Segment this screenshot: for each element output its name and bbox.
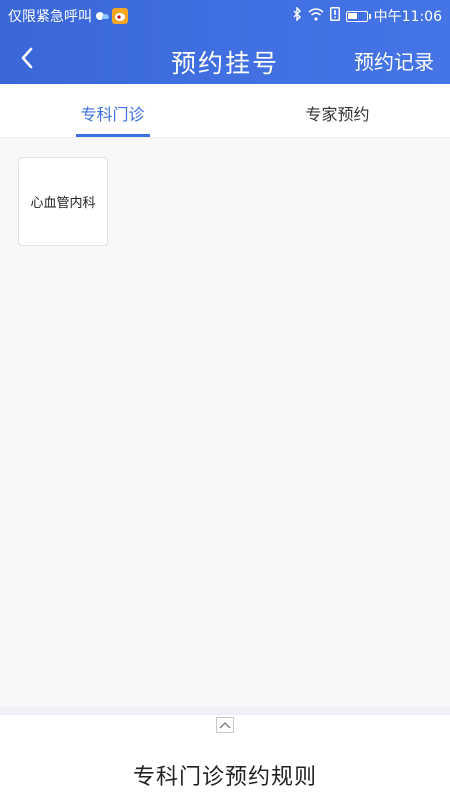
appointment-records-link[interactable]: 预约记录 — [354, 46, 434, 75]
status-bar-left: 仅限紧急呼叫 — [8, 6, 128, 26]
status-time: 中午11:06 — [373, 9, 442, 25]
battery-icon — [345, 10, 371, 22]
department-card-cardiology[interactable]: 心血管内科 — [18, 157, 108, 246]
app-header: 仅限紧急呼叫 中午11:06 预约挂号 预约记录 — [0, 0, 450, 84]
status-bar: 仅限紧急呼叫 中午11:06 — [0, 0, 450, 32]
chevron-up-icon — [219, 722, 231, 729]
section-divider — [0, 707, 450, 715]
tab-specialty-clinic[interactable]: 专科门诊 — [0, 84, 225, 137]
weather-icon — [94, 8, 110, 24]
rules-title: 专科门诊预约规则 — [132, 765, 317, 790]
active-tab-indicator — [75, 134, 150, 137]
status-notice: 仅限紧急呼叫 — [8, 9, 92, 25]
bluetooth-icon — [292, 6, 302, 25]
tab-label: 专科门诊 — [80, 105, 145, 124]
status-bar-right: 中午11:06 — [292, 6, 442, 26]
rules-panel: 专科门诊预约规则 — [0, 715, 450, 800]
alert-icon — [329, 7, 340, 25]
weibo-icon — [112, 8, 128, 24]
navigation-bar: 预约挂号 预约记录 — [0, 32, 450, 84]
expand-rules-button[interactable] — [216, 717, 234, 733]
wifi-icon — [308, 7, 324, 25]
tab-bar: 专科门诊 专家预约 — [0, 84, 450, 138]
tab-label: 专家预约 — [305, 105, 370, 124]
department-list: 心血管内科 — [0, 139, 450, 707]
tab-expert-appointment[interactable]: 专家预约 — [225, 84, 450, 137]
